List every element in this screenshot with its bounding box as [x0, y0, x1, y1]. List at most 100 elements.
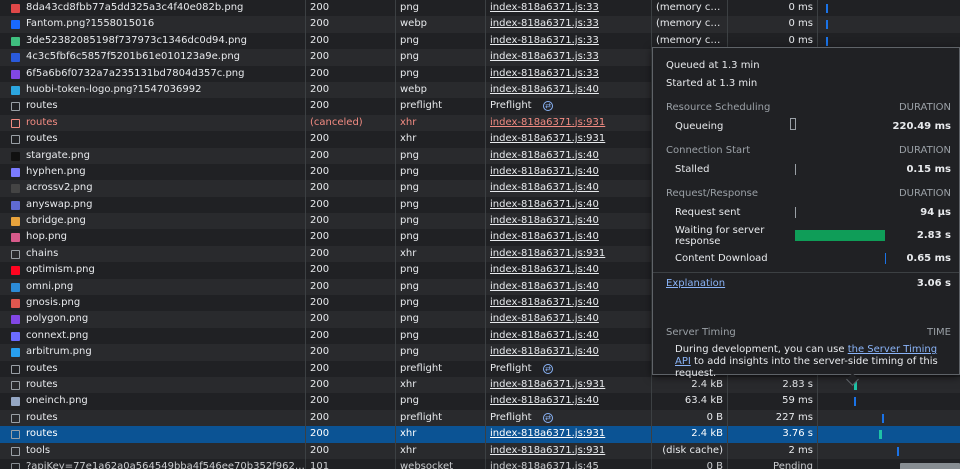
request-initiator-link[interactable]: index-818a6371.js:931 [486, 376, 652, 394]
request-initiator-link[interactable]: index-818a6371.js:931 [486, 426, 652, 443]
request-status: 200 [306, 245, 396, 263]
request-time: 2 ms [728, 442, 818, 459]
request-initiator-link[interactable]: Preflight [486, 360, 652, 377]
request-time: 227 ms [728, 409, 818, 427]
request-initiator-link[interactable]: index-818a6371.js:40 [486, 196, 652, 214]
request-name[interactable]: stargate.png [0, 147, 306, 164]
request-name[interactable]: huobi-token-logo.png?1547036992 [0, 81, 306, 99]
request-size: (memory cache) [652, 0, 728, 17]
request-initiator-link[interactable]: Preflight [486, 409, 652, 427]
request-name[interactable]: routes [0, 426, 306, 443]
request-initiator-link[interactable]: index-818a6371.js:40 [486, 327, 652, 345]
request-initiator-link[interactable]: index-818a6371.js:40 [486, 229, 652, 246]
request-sent-row: Request sent 94 µs [675, 207, 951, 218]
request-status: 200 [306, 311, 396, 328]
request-name[interactable]: routes [0, 131, 306, 148]
request-initiator-link[interactable]: index-818a6371.js:40 [486, 295, 652, 312]
request-name[interactable]: chains [0, 245, 306, 263]
request-type: preflight [396, 409, 486, 427]
request-name[interactable]: Fantom.png?1558015016 [0, 16, 306, 33]
request-initiator-link[interactable]: index-818a6371.js:33 [486, 0, 652, 17]
request-name[interactable]: oneinch.png [0, 393, 306, 410]
explanation-link[interactable]: Explanation [666, 278, 725, 289]
request-status: 200 [306, 344, 396, 361]
request-name[interactable]: 3de52382085198f737973c1346dc0d94.png [0, 32, 306, 50]
request-name[interactable]: cbridge.png [0, 213, 306, 230]
request-name[interactable]: acrossv2.png [0, 180, 306, 197]
request-status: 200 [306, 131, 396, 148]
request-status: 200 [306, 278, 396, 296]
connection-start-section: Connection Start DURATION [666, 145, 951, 156]
request-name[interactable]: polygon.png [0, 311, 306, 328]
request-name[interactable]: anyswap.png [0, 196, 306, 214]
waterfall-bar [826, 36, 828, 46]
waiting-bar [795, 230, 885, 241]
request-initiator-link[interactable]: index-818a6371.js:931 [486, 114, 652, 132]
request-name[interactable]: routes [0, 98, 306, 115]
request-initiator-link[interactable]: index-818a6371.js:40 [486, 393, 652, 410]
request-name[interactable]: connext.png [0, 327, 306, 345]
request-initiator-link[interactable]: Preflight [486, 98, 652, 115]
resource-scheduling-title: Resource Scheduling [666, 102, 771, 113]
request-name[interactable]: gnosis.png [0, 295, 306, 312]
request-initiator-link[interactable]: index-818a6371.js:33 [486, 16, 652, 33]
request-initiator-link[interactable]: index-818a6371.js:33 [486, 32, 652, 50]
request-name[interactable]: 4c3c5fbf6c5857f5201b61e010123a9e.png [0, 49, 306, 66]
request-waterfall [818, 426, 960, 442]
request-name[interactable]: hop.png [0, 229, 306, 246]
request-type: webp [396, 16, 486, 33]
request-initiator-link[interactable]: index-818a6371.js:45 [486, 458, 652, 469]
request-type: png [396, 163, 486, 181]
request-row[interactable]: routes 200 preflight Preflight ⇄ 0 B 227 ms [0, 409, 960, 427]
request-row[interactable]: routes 200 xhr index-818a6371.js:931 2.4 kB 3… [0, 426, 960, 443]
request-status: 200 [306, 442, 396, 459]
request-initiator-link[interactable]: index-818a6371.js:40 [486, 344, 652, 361]
request-row[interactable]: oneinch.png 200 png index-818a6371.js:40 63.… [0, 393, 960, 410]
request-name[interactable]: ?apiKey=77e1a62a0a564549bba4f546ee70b352… [0, 458, 306, 469]
request-row[interactable]: Fantom.png?1558015016 200 webp index-818a63… [0, 16, 960, 33]
request-name[interactable]: 6f5a6b6f0732a7a235131bd7804d357c.png [0, 65, 306, 82]
request-initiator-link[interactable]: index-818a6371.js:40 [486, 262, 652, 279]
request-status: 200 [306, 426, 396, 443]
request-initiator-link[interactable]: index-818a6371.js:40 [486, 278, 652, 296]
request-type: png [396, 180, 486, 197]
request-initiator-link[interactable]: index-818a6371.js:40 [486, 213, 652, 230]
request-initiator-link[interactable]: index-818a6371.js:40 [486, 81, 652, 99]
request-status: 200 [306, 32, 396, 50]
duration-header: DURATION [898, 145, 951, 156]
request-name[interactable]: arbitrum.png [0, 344, 306, 361]
request-name[interactable]: tools [0, 442, 306, 459]
preflight-icon[interactable]: ⇄ [543, 363, 553, 374]
waiting-value: 2.83 s [916, 230, 951, 241]
request-initiator-link[interactable]: index-818a6371.js:33 [486, 49, 652, 66]
request-name[interactable]: routes [0, 360, 306, 377]
request-initiator-link[interactable]: index-818a6371.js:40 [486, 147, 652, 164]
request-name[interactable]: optimism.png [0, 262, 306, 279]
request-initiator-link[interactable]: index-818a6371.js:40 [486, 311, 652, 328]
request-name[interactable]: hyphen.png [0, 163, 306, 181]
request-status: 200 [306, 98, 396, 115]
request-name[interactable]: omni.png [0, 278, 306, 296]
request-name[interactable]: routes [0, 409, 306, 427]
request-name[interactable]: 8da43cd8fbb77a5dd325a3c4f40e082b.png [0, 0, 306, 17]
server-timing-title: Server Timing [666, 327, 736, 338]
request-initiator-link[interactable]: index-818a6371.js:40 [486, 180, 652, 197]
request-name[interactable]: routes [0, 376, 306, 394]
request-type: png [396, 196, 486, 214]
request-row[interactable]: 8da43cd8fbb77a5dd325a3c4f40e082b.png 200 p… [0, 0, 960, 17]
request-status: 200 [306, 163, 396, 181]
request-type: png [396, 295, 486, 312]
request-name[interactable]: routes [0, 114, 306, 132]
request-waterfall [818, 393, 960, 409]
request-initiator-link[interactable]: index-818a6371.js:931 [486, 131, 652, 148]
request-initiator-link[interactable]: index-818a6371.js:931 [486, 442, 652, 459]
request-initiator-link[interactable]: index-818a6371.js:40 [486, 163, 652, 181]
request-initiator-link[interactable]: index-818a6371.js:931 [486, 245, 652, 263]
request-time: 59 ms [728, 393, 818, 410]
request-initiator-link[interactable]: index-818a6371.js:33 [486, 65, 652, 82]
request-row[interactable]: tools 200 xhr index-818a6371.js:931 (disk ca… [0, 442, 960, 459]
request-row[interactable]: ?apiKey=77e1a62a0a564549bba4f546ee70b352… [0, 458, 960, 469]
connection-start-title: Connection Start [666, 145, 751, 156]
total-duration-value: 3.06 s [916, 278, 951, 289]
preflight-icon[interactable]: ⇄ [543, 412, 553, 423]
